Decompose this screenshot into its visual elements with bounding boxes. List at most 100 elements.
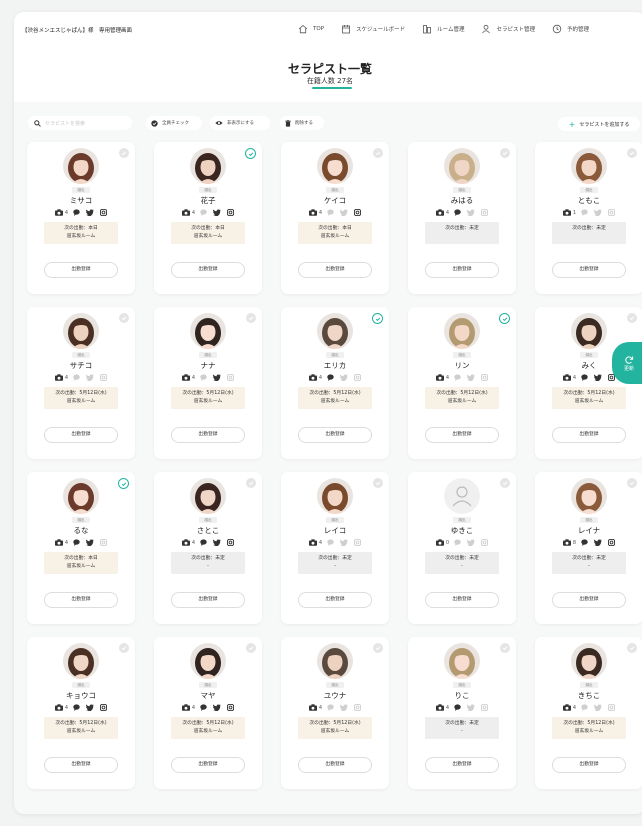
therapist-card[interactable]: 顔出 花子 4 次の出勤：本日 道玄坂ルーム 出勤登録 [154,142,262,294]
twitter-icon[interactable] [467,209,476,216]
twitter-icon[interactable] [467,539,476,546]
nav-schedule[interactable]: スケジュールボード [341,24,405,34]
select-checkbox[interactable] [627,148,637,158]
select-checkbox[interactable] [245,148,256,159]
therapist-card[interactable]: 顔出 マヤ 4 次の出勤：5月12日(水) 道玄坂ルーム 出勤登録 [154,637,262,789]
therapist-card[interactable]: 顔出 サチコ 4 次の出勤：5月12日(水) 道玄坂ルーム 出勤登録 [27,307,135,459]
instagram-icon[interactable] [354,539,362,546]
twitter-icon[interactable] [86,209,95,216]
therapist-card[interactable]: 顔出 ゆきこ 0 次の出勤：未定 - 出勤登録 [408,472,516,624]
instagram-icon[interactable] [481,704,489,711]
instagram-icon[interactable] [481,374,489,381]
therapist-card[interactable]: 顔出 さとこ 4 次の出勤：未定 - 出勤登録 [154,472,262,624]
register-shift-button[interactable]: 出勤登録 [171,592,245,608]
register-shift-button[interactable]: 出勤登録 [425,262,499,278]
twitter-icon[interactable] [467,374,476,381]
chat-icon[interactable] [454,374,461,381]
select-checkbox[interactable] [246,313,256,323]
register-shift-button[interactable]: 出勤登録 [552,592,626,608]
instagram-icon[interactable] [100,539,108,546]
register-shift-button[interactable]: 出勤登録 [298,592,372,608]
twitter-icon[interactable] [340,209,349,216]
instagram-icon[interactable] [100,704,108,711]
therapist-card[interactable]: 顔出 ケイコ 4 次の出勤：本日 道玄坂ルーム 出勤登録 [281,142,389,294]
select-checkbox[interactable] [499,313,510,324]
chat-icon[interactable] [327,374,334,381]
instagram-icon[interactable] [608,209,616,216]
select-checkbox[interactable] [119,643,129,653]
instagram-icon[interactable] [481,539,489,546]
select-checkbox[interactable] [627,313,637,323]
select-checkbox[interactable] [372,313,383,324]
register-shift-button[interactable]: 出勤登録 [425,427,499,443]
twitter-icon[interactable] [594,209,603,216]
nav-reservation[interactable]: 予約管理 [552,24,589,34]
twitter-icon[interactable] [594,374,603,381]
therapist-card[interactable]: 顔出 るな 4 次の出勤：本日 道玄坂ルーム 出勤登録 [27,472,135,624]
therapist-card[interactable]: 顔出 レイナ 8 次の出勤：未定 - 出勤登録 [535,472,642,624]
select-checkbox[interactable] [119,148,129,158]
therapist-card[interactable]: 顔出 リン 4 次の出勤：5月12日(水) 道玄坂ルーム 出勤登録 [408,307,516,459]
twitter-icon[interactable] [213,704,222,711]
therapist-card[interactable]: 顔出 りこ 4 次の出勤：未定 - 出勤登録 [408,637,516,789]
chat-icon[interactable] [327,704,334,711]
chat-icon[interactable] [581,539,588,546]
nav-top[interactable]: TOP [298,24,324,34]
register-shift-button[interactable]: 出勤登録 [425,757,499,773]
instagram-icon[interactable] [100,209,108,216]
twitter-icon[interactable] [340,374,349,381]
select-checkbox[interactable] [373,478,383,488]
twitter-icon[interactable] [340,539,349,546]
twitter-icon[interactable] [467,704,476,711]
check-all-button[interactable]: 全員チェック [146,116,202,130]
chat-icon[interactable] [454,209,461,216]
twitter-icon[interactable] [213,539,222,546]
refresh-button[interactable]: 更新 [612,342,642,384]
twitter-icon[interactable] [86,704,95,711]
therapist-card[interactable]: 顔出 みはる 4 次の出勤：未定 出勤登録 [408,142,516,294]
therapist-card[interactable]: 顔出 エリカ 4 次の出勤：5月12日(水) 道玄坂ルーム 出勤登録 [281,307,389,459]
chat-icon[interactable] [454,704,461,711]
select-checkbox[interactable] [627,643,637,653]
register-shift-button[interactable]: 出勤登録 [44,592,118,608]
chat-icon[interactable] [73,539,80,546]
select-checkbox[interactable] [118,478,129,489]
twitter-icon[interactable] [213,374,222,381]
register-shift-button[interactable]: 出勤登録 [552,427,626,443]
therapist-card[interactable]: 顔出 きちこ 4 次の出勤：5月12日(水) 道玄坂ルーム 出勤登録 [535,637,642,789]
register-shift-button[interactable]: 出勤登録 [298,757,372,773]
chat-icon[interactable] [327,209,334,216]
instagram-icon[interactable] [608,704,616,711]
register-shift-button[interactable]: 出勤登録 [44,757,118,773]
therapist-card[interactable]: 顔出 レイコ 4 次の出勤：未定 - 出勤登録 [281,472,389,624]
add-therapist-button[interactable]: + セラピストを追加する [558,117,640,131]
register-shift-button[interactable]: 出勤登録 [298,262,372,278]
instagram-icon[interactable] [608,539,616,546]
select-checkbox[interactable] [373,643,383,653]
chat-icon[interactable] [454,539,461,546]
therapist-card[interactable]: 顔出 ユウナ 4 次の出勤：5月12日(水) 道玄坂ルーム 出勤登録 [281,637,389,789]
chat-icon[interactable] [327,539,334,546]
instagram-icon[interactable] [227,374,235,381]
chat-icon[interactable] [73,704,80,711]
register-shift-button[interactable]: 出勤登録 [171,262,245,278]
chat-icon[interactable] [200,374,207,381]
select-checkbox[interactable] [500,643,510,653]
twitter-icon[interactable] [594,539,603,546]
instagram-icon[interactable] [354,704,362,711]
therapist-card[interactable]: 顔出 ともこ 1 次の出勤：未定 出勤登録 [535,142,642,294]
search-input[interactable]: セラピストを検索 [28,116,132,130]
instagram-icon[interactable] [227,704,235,711]
therapist-card[interactable]: 顔出 キョウコ 4 次の出勤：5月12日(水) 道玄坂ルーム 出勤登録 [27,637,135,789]
register-shift-button[interactable]: 出勤登録 [44,262,118,278]
register-shift-button[interactable]: 出勤登録 [552,757,626,773]
register-shift-button[interactable]: 出勤登録 [552,262,626,278]
instagram-icon[interactable] [354,209,362,216]
hide-button[interactable]: 非表示にする [210,116,270,130]
register-shift-button[interactable]: 出勤登録 [171,427,245,443]
therapist-card[interactable]: 顔出 ミサコ 4 次の出勤：本日 道玄坂ルーム 出勤登録 [27,142,135,294]
twitter-icon[interactable] [594,704,603,711]
instagram-icon[interactable] [100,374,108,381]
select-checkbox[interactable] [500,478,510,488]
chat-icon[interactable] [200,539,207,546]
